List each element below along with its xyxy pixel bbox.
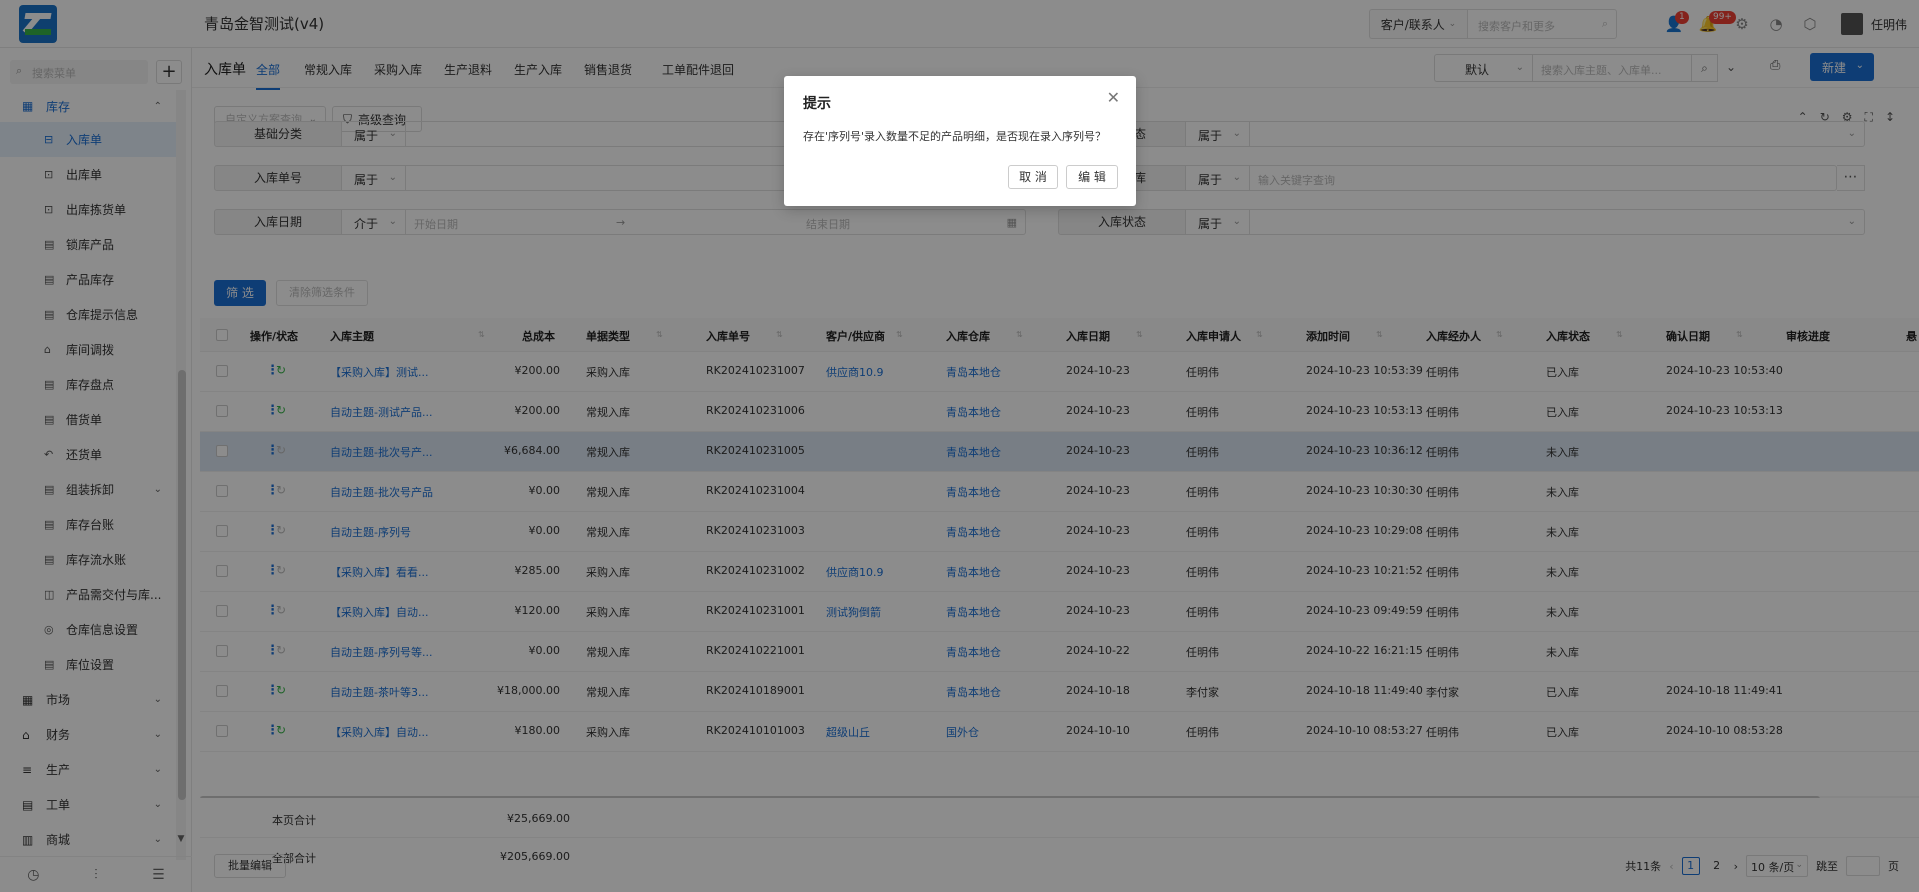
close-icon[interactable]: ✕ [1107,88,1120,107]
dialog-message: 存在'序列号'录入数量不足的产品明细，是否现在录入序列号？ [803,130,1107,143]
cancel-button[interactable]: 取 消 [1008,165,1058,189]
prompt-dialog: 提示 ✕ 存在'序列号'录入数量不足的产品明细，是否现在录入序列号？ 取 消 编… [784,76,1136,206]
edit-button[interactable]: 编 辑 [1066,165,1118,189]
dialog-title: 提示 [803,96,831,112]
